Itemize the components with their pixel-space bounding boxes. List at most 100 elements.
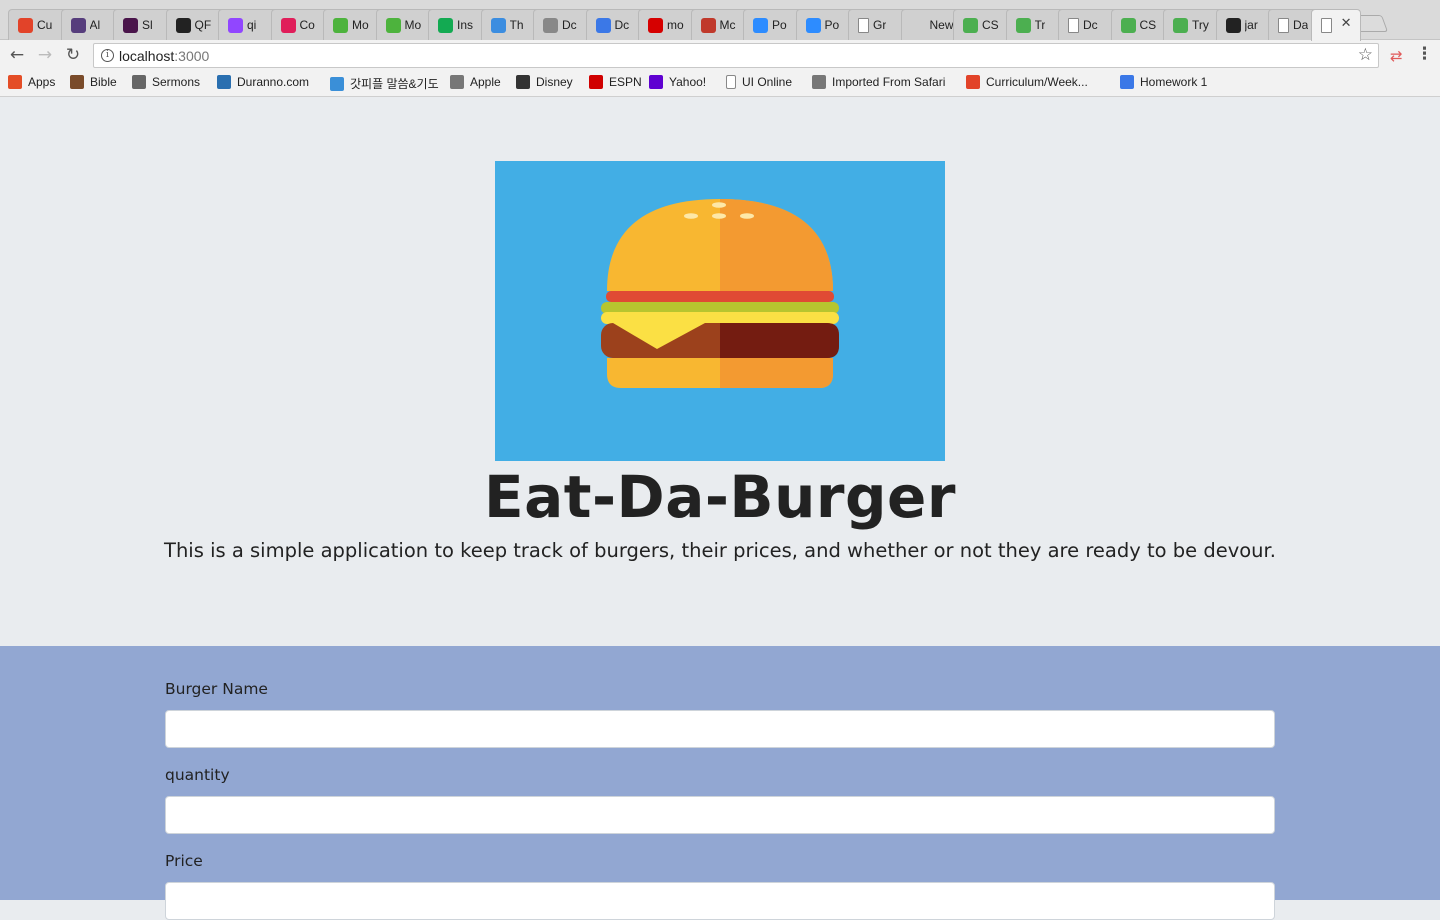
quantity-label: quantity — [165, 766, 230, 784]
download-icon — [595, 17, 611, 33]
doc-icon — [1320, 18, 1332, 33]
bookmark-disney[interactable]: Disney — [516, 75, 573, 89]
tab-title: qi — [247, 18, 257, 32]
mongodb-icon — [385, 17, 401, 33]
tab-title: Mo — [404, 18, 422, 32]
browser-tab[interactable]: Mc — [690, 9, 751, 40]
browser-tab[interactable]: Ins — [428, 9, 488, 40]
bootstrap-icon — [70, 17, 86, 33]
bookmark-espn[interactable]: ESPN — [589, 75, 642, 89]
espn-icon — [589, 75, 603, 89]
bookmark-homework-1[interactable]: Homework 1 — [1120, 75, 1207, 89]
browser-tab[interactable]: Try — [1163, 9, 1223, 40]
disney-icon — [516, 75, 530, 89]
tab-title: Dc — [1083, 18, 1098, 32]
burger-icon — [601, 199, 839, 388]
tab-title: Dc — [562, 18, 577, 32]
bookmark-label: UI Online — [742, 75, 793, 89]
browser-tab[interactable]: Th — [480, 9, 541, 40]
bookmark-apps[interactable]: Apps — [8, 75, 55, 89]
bookmarks-bar: Apps Bible Sermons Duranno.com 갓피플 말씀&기도 Appl… — [0, 71, 1440, 97]
tab-title: Al — [89, 18, 101, 32]
bookmark-[interactable]: 갓피플 말씀&기도 — [330, 75, 439, 92]
bookmark-sermons[interactable]: Sermons — [132, 75, 200, 89]
tab-title: CS — [1139, 18, 1157, 32]
homework-icon — [1120, 75, 1134, 89]
bookmark-curriculum-week[interactable]: Curriculum/Week... — [966, 75, 1088, 89]
apps-grid-icon — [8, 75, 22, 89]
browser-menu-icon[interactable]: ⋮ — [1416, 44, 1433, 64]
bookmark-ui-online[interactable]: UI Online — [726, 75, 792, 89]
bookmark-label: Disney — [536, 75, 573, 89]
browser-tab[interactable]: CS — [953, 9, 1013, 40]
browser-tab[interactable]: Gr — [848, 9, 908, 40]
browser-tab[interactable]: Dc — [1058, 9, 1118, 40]
github-icon — [175, 17, 191, 33]
url-text[interactable]: localhost:3000 — [119, 48, 209, 64]
m-outline-icon — [700, 17, 716, 33]
address-bar[interactable]: i localhost:3000 ☆ — [93, 43, 1379, 68]
gitlab-icon — [966, 75, 980, 89]
bookmark-yahoo[interactable]: Yahoo! — [649, 75, 706, 89]
browser-tab[interactable]: Mo — [323, 9, 383, 40]
browser-tab[interactable]: Dc — [533, 9, 593, 40]
browser-tab[interactable]: Al — [60, 9, 121, 40]
browser-tab[interactable]: Po — [743, 9, 803, 40]
browser-tab[interactable]: Dc — [585, 9, 646, 40]
browser-tab[interactable]: QF — [165, 9, 226, 40]
browser-tab[interactable]: Sl — [113, 9, 173, 40]
browser-tab[interactable]: CS — [1110, 9, 1171, 40]
forward-arrow-icon[interactable]: → — [34, 44, 56, 66]
bookmark-label: ESPN — [609, 75, 642, 89]
tab-title: Da — [1293, 18, 1309, 32]
price-input[interactable] — [165, 882, 1275, 920]
burger-name-input[interactable] — [165, 710, 1275, 748]
tab-title: Gr — [873, 18, 887, 32]
blank-icon — [911, 18, 926, 33]
back-arrow-icon[interactable]: ← — [6, 44, 28, 66]
m-red-icon — [648, 17, 663, 33]
doc-icon — [1278, 17, 1289, 33]
extension-icon[interactable]: ⇄ — [1390, 47, 1403, 65]
browser-tab[interactable]: Mo — [375, 9, 436, 40]
reload-icon[interactable]: ↻ — [62, 44, 84, 66]
bookmark-imported-from-safari[interactable]: Imported From Safari — [812, 75, 945, 89]
tab-title: Po — [772, 18, 787, 32]
bookmark-star-icon[interactable]: ☆ — [1358, 45, 1373, 65]
yahoo-icon — [649, 75, 663, 89]
close-tab-icon[interactable]: ✕ — [1341, 16, 1352, 31]
browser-tab[interactable]: ✕ — [1310, 9, 1361, 41]
bookmark-bible[interactable]: Bible — [70, 75, 117, 89]
browser-tab[interactable]: Cu — [8, 9, 68, 40]
bookmark-label: Duranno.com — [237, 75, 310, 89]
bookmark-duranno-com[interactable]: Duranno.com — [217, 75, 309, 89]
tab-title: CS — [982, 18, 999, 32]
browser-tab[interactable]: New T — [900, 9, 961, 40]
slack-color-icon — [280, 17, 296, 33]
bookmark-label: Apple — [470, 75, 501, 89]
browser-tab[interactable]: qi — [218, 9, 278, 40]
tab-title: jar — [1244, 18, 1258, 32]
burger-form: Burger Name quantity Price — [0, 646, 1440, 920]
sermons-icon — [132, 75, 146, 89]
twitch-icon — [228, 17, 243, 33]
w3-icon — [1120, 17, 1136, 33]
tab-title: Co — [299, 18, 315, 32]
zoom-icon — [805, 17, 821, 33]
folder-icon — [812, 75, 826, 89]
browser-tab[interactable]: jar — [1215, 9, 1276, 40]
tab-title: Mo — [352, 18, 369, 32]
bookmark-label: Sermons — [152, 75, 201, 89]
browser-tab[interactable]: mo — [638, 9, 698, 40]
browser-tab[interactable]: Co — [270, 9, 331, 40]
browser-tab[interactable]: Po — [795, 9, 856, 40]
quantity-input[interactable] — [165, 796, 1275, 834]
w3-icon — [963, 17, 978, 33]
bookmark-label: Bible — [90, 75, 117, 89]
browser-tab[interactable]: Tr — [1005, 9, 1066, 40]
bible-icon — [70, 75, 84, 89]
bookmark-apple[interactable]: Apple — [450, 75, 501, 89]
loading-icon — [490, 17, 506, 33]
gitlab-icon — [18, 17, 33, 33]
info-icon[interactable]: i — [101, 49, 114, 62]
